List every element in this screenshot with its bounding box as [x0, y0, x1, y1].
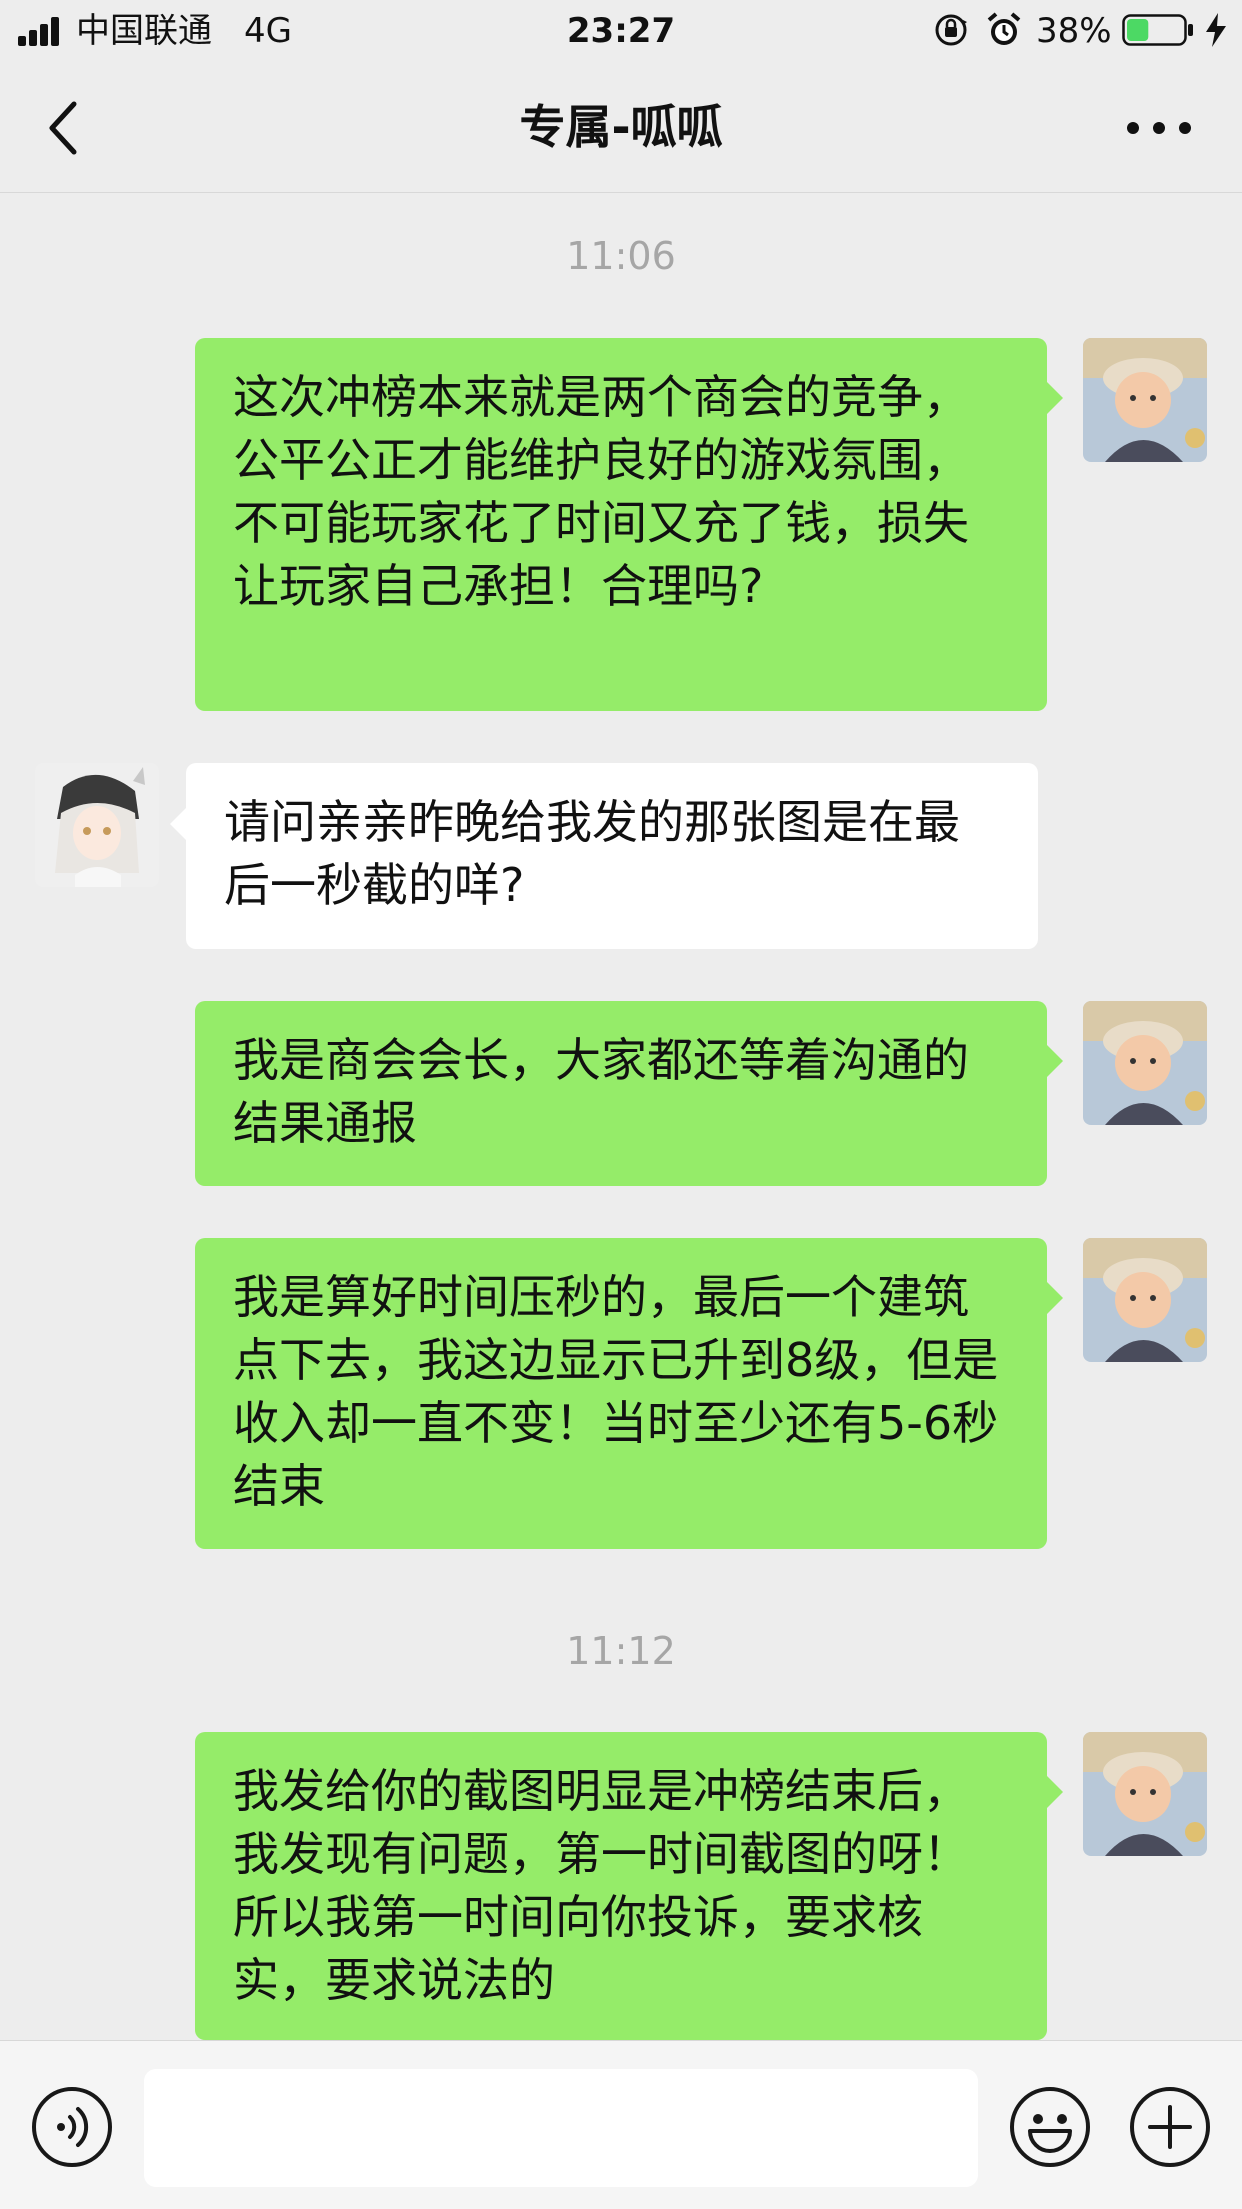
baby-avatar-icon	[1083, 1238, 1207, 1362]
bubble-tail	[170, 808, 186, 840]
avatar-self[interactable]	[1083, 1732, 1207, 1856]
chat-title: 专属-呱呱	[519, 100, 723, 154]
battery-icon	[1122, 14, 1193, 46]
message-timestamp: 11:12	[566, 1629, 676, 1673]
plus-circle-icon[interactable]	[1128, 2085, 1212, 2169]
status-bar: 中国联通 4G 23:27 38%	[0, 0, 1242, 62]
voice-icon[interactable]	[30, 2085, 114, 2169]
chat-header: 专属-呱呱	[0, 62, 1242, 193]
bubble-tail	[1047, 1282, 1063, 1314]
alarm-icon	[987, 12, 1021, 45]
bubble-tail	[1047, 1776, 1063, 1808]
message-input[interactable]	[144, 2069, 978, 2187]
emoji-icon[interactable]	[1008, 2085, 1092, 2169]
avatar-self[interactable]	[1083, 338, 1207, 462]
avatar-contact[interactable]	[35, 763, 159, 887]
received-message-bubble[interactable]: 请问亲亲昨晚给我发的那张图是在最后一秒截的咩?	[186, 763, 1038, 949]
bubble-tail	[1047, 1045, 1063, 1077]
baby-avatar-icon	[1083, 1001, 1207, 1125]
battery-percent: 38%	[1036, 11, 1112, 51]
more-dots-icon[interactable]	[1124, 108, 1194, 148]
charging-bolt-icon	[1206, 13, 1226, 47]
message-timestamp: 11:06	[566, 234, 676, 278]
sent-message-bubble[interactable]: 这次冲榜本来就是两个商会的竞争，公平公正才能维护良好的游戏氛围，不可能玩家花了时…	[195, 338, 1047, 711]
sent-message-bubble[interactable]: 我是商会会长，大家都还等着沟通的结果通报	[195, 1001, 1047, 1186]
avatar-self[interactable]	[1083, 1001, 1207, 1125]
baby-avatar-icon	[1083, 1732, 1207, 1856]
bubble-tail	[1047, 382, 1063, 414]
input-bar	[0, 2040, 1242, 2209]
anime-girl-avatar-icon	[35, 763, 159, 887]
sent-message-bubble[interactable]: 我发给你的截图明显是冲榜结束后，我发现有问题，第一时间截图的呀！所以我第一时间向…	[195, 1732, 1047, 2040]
avatar-self[interactable]	[1083, 1238, 1207, 1362]
rotation-lock-icon	[935, 14, 967, 46]
baby-avatar-icon	[1083, 338, 1207, 462]
sent-message-bubble[interactable]: 我是算好时间压秒的，最后一个建筑点下去，我这边显示已升到8级，但是收入却一直不变…	[195, 1238, 1047, 1549]
